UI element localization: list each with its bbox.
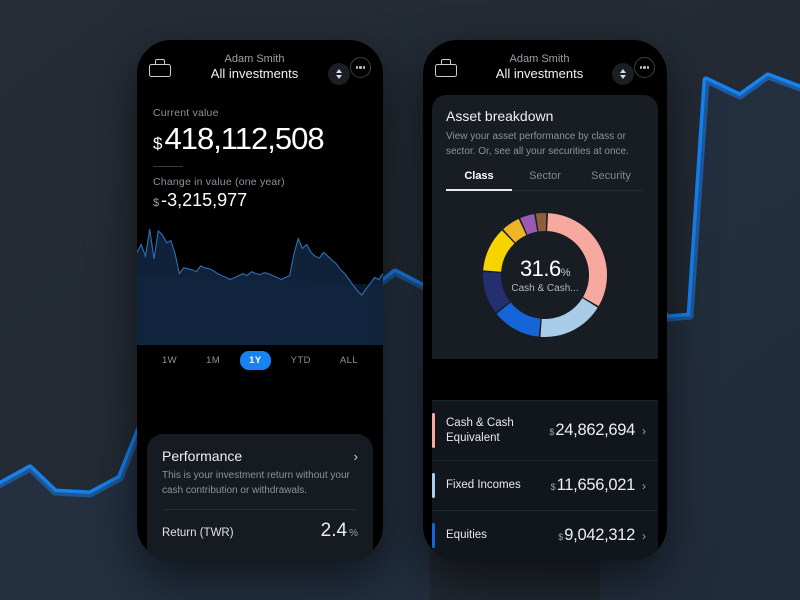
currency-symbol: $	[549, 427, 555, 438]
return-number: 2.4	[320, 520, 348, 541]
return-value: 2.4%	[321, 520, 358, 542]
account-name: Adam Smith	[509, 53, 570, 66]
account-name: Adam Smith	[224, 53, 285, 66]
tab-class[interactable]: Class	[446, 170, 512, 191]
asset-breakdown-title: Asset breakdown	[446, 108, 554, 124]
change-value: $ -3,215,977	[153, 190, 367, 211]
current-value: $ 418,112,508	[153, 121, 367, 157]
donut-chart-container: 31.6% Cash & Cash...	[432, 191, 658, 359]
range-all[interactable]: ALL	[331, 351, 367, 370]
return-label: Return (TWR)	[162, 527, 234, 539]
left-header: Adam Smith All investments	[137, 40, 383, 95]
asset-amount: $24,862,694	[549, 421, 635, 440]
right-header-titles: Adam Smith All investments	[451, 53, 628, 81]
asset-breakdown-card: Asset breakdown View your asset performa…	[432, 95, 658, 191]
currency-symbol: $	[550, 482, 556, 492]
performance-header: Performance ›	[162, 448, 358, 464]
background-artwork	[0, 0, 800, 600]
donut-segment[interactable]	[535, 213, 547, 232]
asset-amount-value: 24,862,694	[555, 421, 635, 440]
asset-color-indicator	[432, 473, 435, 498]
donut-percentage: 31.6%	[511, 256, 578, 282]
asset-breakdown-tabs: Class Sector Security	[446, 170, 644, 191]
asset-name: Fixed Incomes	[446, 479, 521, 492]
tab-security[interactable]: Security	[578, 170, 644, 191]
asset-amount-value: 11,656,021	[556, 476, 636, 494]
change-currency-symbol: $	[153, 197, 160, 209]
briefcase-icon[interactable]	[149, 58, 171, 77]
asset-color-indicator	[432, 523, 435, 548]
portfolio-name: All investments	[210, 66, 299, 82]
tab-sector[interactable]: Sector	[512, 170, 578, 191]
more-horizontal-icon[interactable]	[634, 57, 655, 78]
donut-segment[interactable]	[483, 230, 515, 272]
chevron-right-icon[interactable]: ›	[642, 424, 646, 438]
table-row[interactable]: Equities $9,042,312 ›	[432, 510, 658, 560]
phone-right: Adam Smith All investments Asset breakdo…	[423, 40, 667, 560]
chevron-right-icon[interactable]: ›	[642, 479, 646, 493]
more-horizontal-icon[interactable]	[350, 57, 371, 78]
asset-name: Equities	[446, 529, 487, 542]
phone-left: Adam Smith All investments Current value…	[137, 40, 383, 560]
performance-card[interactable]: Performance › This is your investment re…	[147, 434, 373, 560]
asset-color-indicator	[432, 413, 435, 448]
change-label: Change in value (one year)	[153, 176, 285, 188]
portfolio-sparkline-chart	[137, 228, 383, 345]
asset-amount-value: 9,042,312	[564, 526, 635, 544]
chevron-right-icon[interactable]: ›	[354, 449, 358, 464]
return-unit: %	[349, 528, 358, 539]
divider	[153, 166, 183, 167]
chevron-up-down-icon[interactable]	[612, 62, 634, 85]
range-1y[interactable]: 1Y	[240, 351, 271, 370]
portfolio-name: All investments	[495, 66, 584, 82]
chevron-right-icon[interactable]: ›	[642, 529, 646, 543]
donut-segment[interactable]	[540, 298, 598, 337]
table-row[interactable]: Fixed Incomes $11,656,021 ›	[432, 460, 658, 510]
current-value-label: Current value	[153, 107, 219, 119]
range-selector: 1W 1M 1Y YTD ALL	[137, 345, 383, 370]
left-header-titles: Adam Smith All investments	[165, 53, 344, 81]
performance-title: Performance	[162, 448, 243, 464]
asset-amount: $9,042,312	[558, 526, 635, 545]
asset-name: Cash & Cash Equivalent	[446, 417, 514, 444]
return-row: Return (TWR) 2.4%	[162, 520, 358, 542]
briefcase-icon[interactable]	[435, 58, 457, 77]
asset-breakdown-description: View your asset performance by class or …	[446, 131, 629, 157]
range-1m[interactable]: 1M	[197, 351, 229, 370]
donut-segment[interactable]	[496, 302, 541, 337]
asset-list: Cash & Cash Equivalent $24,862,694 › Fix…	[432, 400, 658, 560]
donut-percentage-value: 31.6	[519, 256, 561, 281]
current-value-block: Current value $ 418,112,508 Change in va…	[137, 95, 383, 211]
performance-description: This is your investment return without y…	[162, 470, 350, 496]
right-header: Adam Smith All investments	[423, 40, 667, 95]
donut-center-label: 31.6% Cash & Cash...	[511, 256, 578, 294]
divider	[162, 509, 358, 510]
current-value-number: 418,112,508	[164, 121, 324, 156]
range-ytd[interactable]: YTD	[282, 351, 320, 370]
table-row[interactable]: Cash & Cash Equivalent $24,862,694 ›	[432, 400, 658, 460]
donut-percentage-unit: %	[560, 267, 571, 279]
donut-category-label: Cash & Cash...	[511, 283, 579, 294]
asset-amount: $11,656,021	[550, 476, 636, 495]
currency-symbol: $	[558, 532, 564, 542]
currency-symbol: $	[153, 134, 163, 153]
chevron-up-down-icon[interactable]	[328, 62, 350, 85]
range-1w[interactable]: 1W	[153, 351, 186, 370]
change-value-number: -3,215,977	[161, 190, 248, 210]
